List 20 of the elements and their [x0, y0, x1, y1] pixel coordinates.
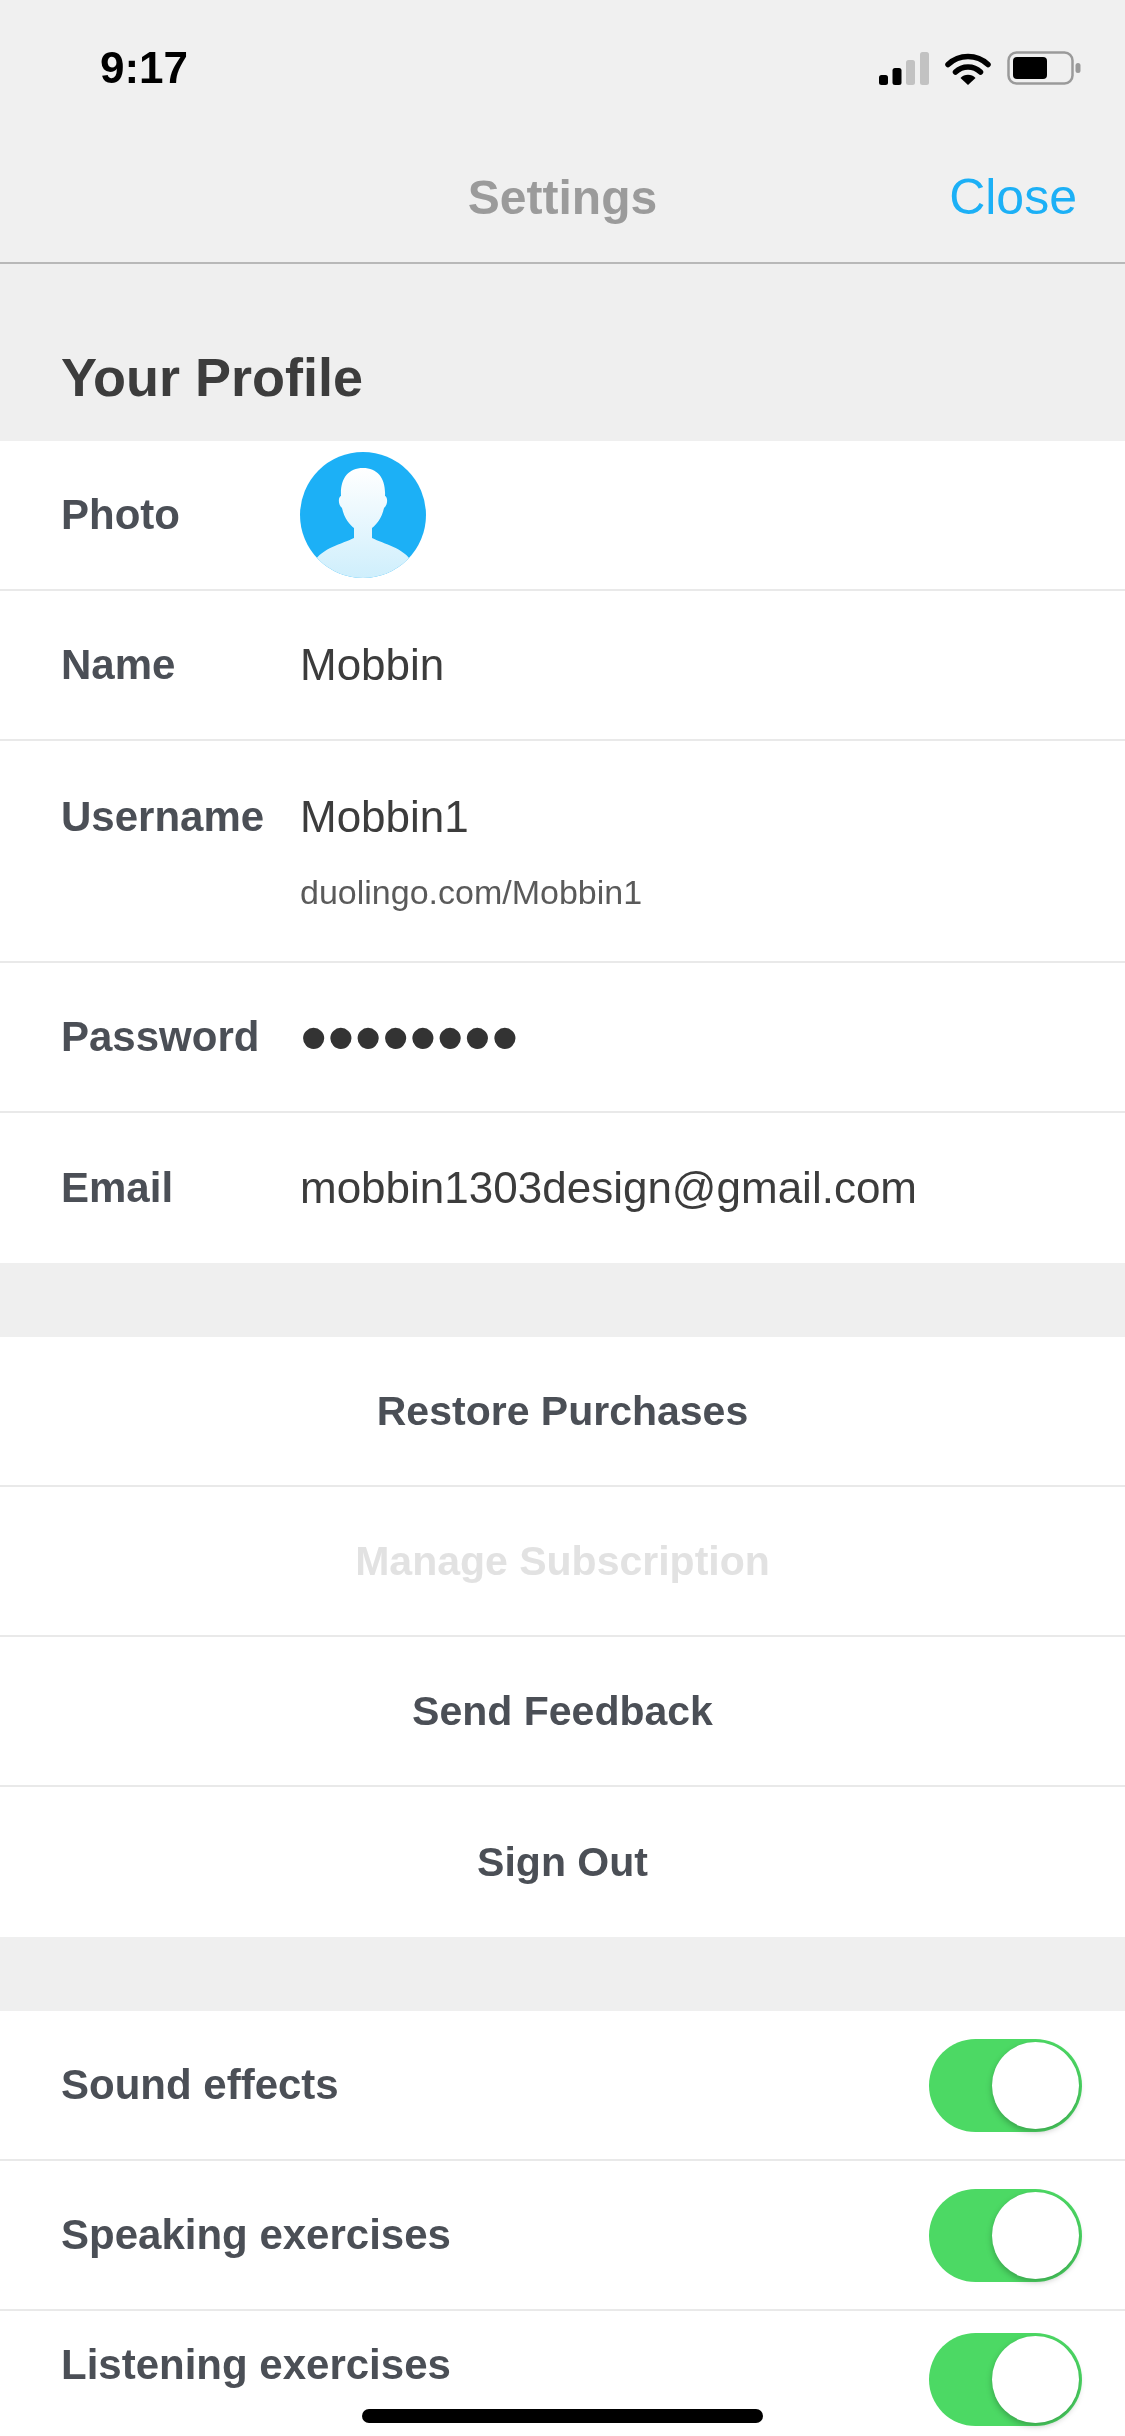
setting-label: Sound effects [61, 2060, 339, 2110]
field-label: Password [61, 1012, 261, 1062]
password-value: •••••••• [300, 1011, 519, 1063]
section-title: Your Profile [61, 346, 364, 409]
profile-url: duolingo.com/Mobbin1 [300, 872, 643, 912]
field-label: Name [61, 640, 177, 690]
setting-label: Speaking exercises [61, 2210, 451, 2260]
field-value: Mobbin1 [300, 791, 469, 843]
battery-icon [1007, 51, 1081, 85]
setting-label: Listening exercises [61, 2340, 451, 2390]
status-time: 9:17 [100, 43, 189, 93]
field-value: mobbin1303design@gmail.com [300, 1162, 917, 1214]
field-label: Photo [61, 490, 181, 540]
field-value: Mobbin [300, 639, 445, 691]
wifi-icon [945, 51, 991, 85]
field-label: Username [61, 792, 266, 842]
signal-icon [879, 51, 929, 85]
nav-title: Settings [467, 169, 658, 225]
avatar-icon[interactable] [300, 452, 426, 578]
field-label: Email [61, 1163, 175, 1213]
